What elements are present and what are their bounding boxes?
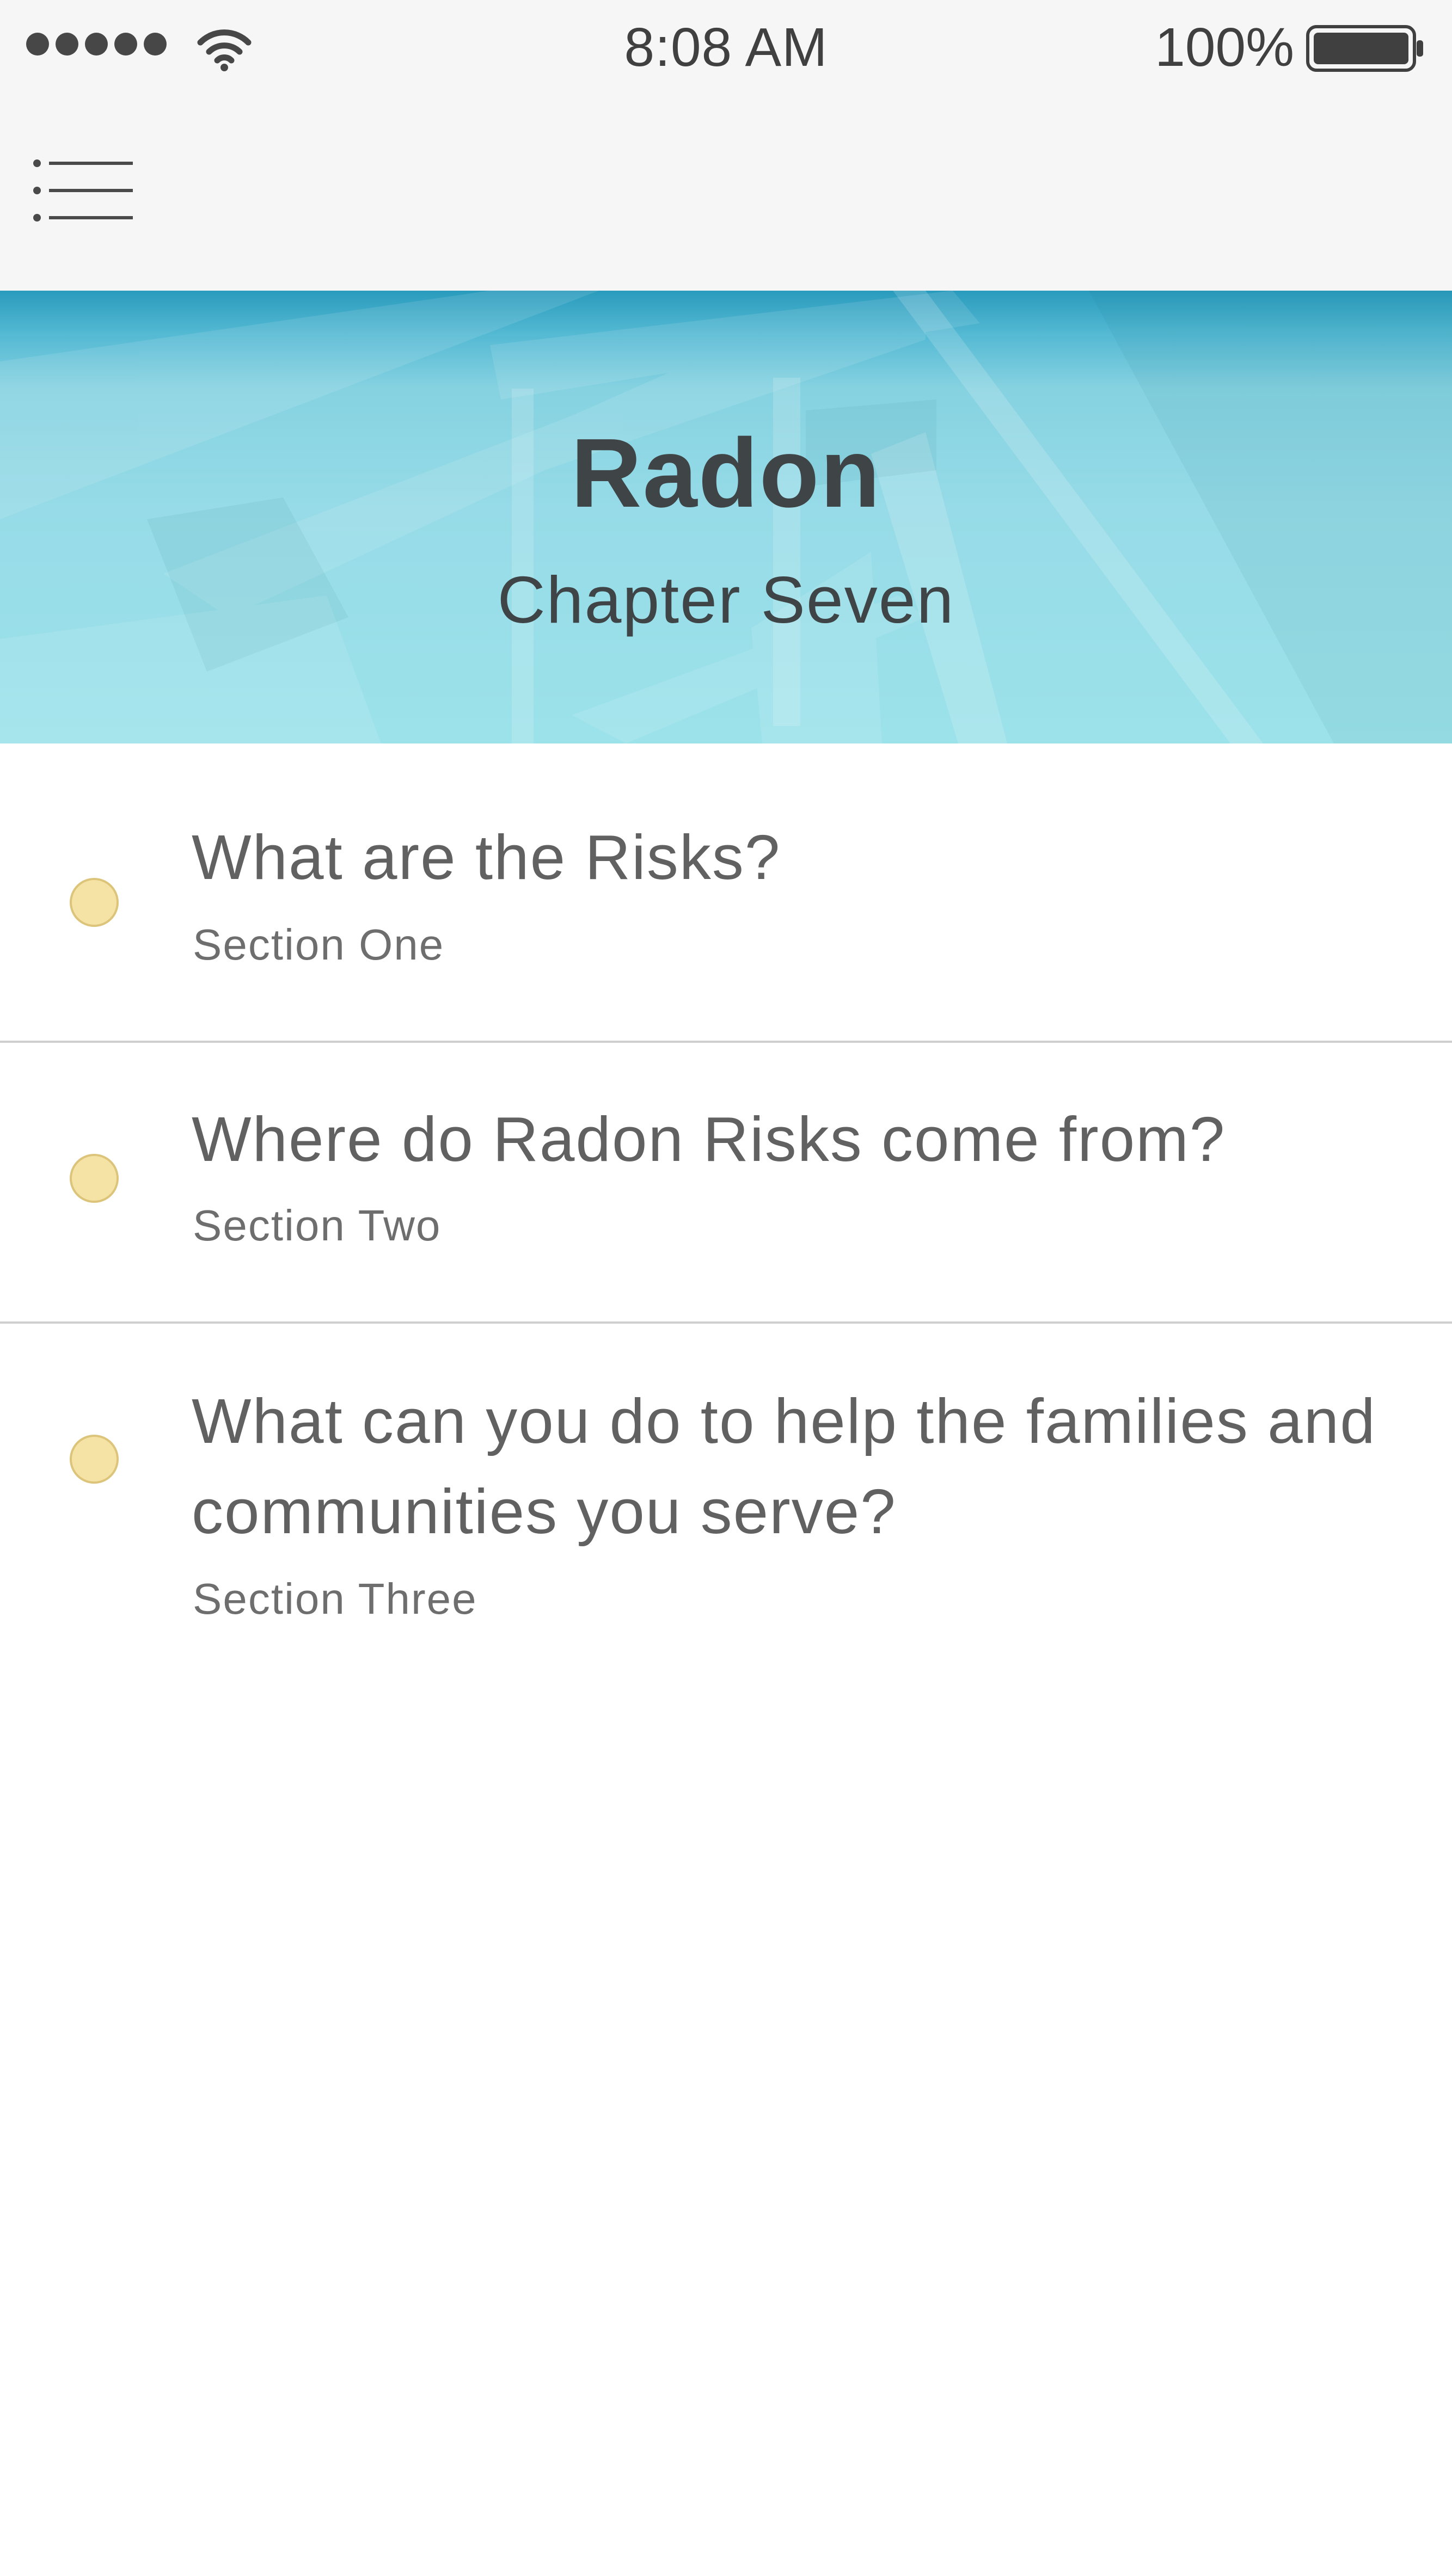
section-title: What can you do to help the families and…: [192, 1386, 1376, 1547]
section-label: Section Three: [193, 1575, 477, 1623]
progress-dot-icon: [70, 1154, 119, 1203]
progress-dot-icon: [70, 878, 119, 927]
top-bar: 8:08 AM 100%: [0, 0, 1452, 291]
section-item-one[interactable]: What are the Risks? Section One: [0, 743, 1452, 1041]
hamburger-menu-icon[interactable]: [33, 158, 136, 223]
chapter-banner: Radon Chapter Seven: [0, 291, 1452, 743]
status-bar: 8:08 AM 100%: [0, 0, 1452, 98]
section-label: Section Two: [193, 1201, 442, 1250]
battery-icon: [1306, 25, 1423, 72]
section-item-three[interactable]: What can you do to help the families and…: [0, 1324, 1452, 1677]
section-label: Section One: [193, 920, 445, 969]
chapter-title: Radon: [571, 419, 881, 528]
battery-percent: 100%: [1155, 17, 1294, 78]
progress-dot-icon: [70, 1435, 119, 1484]
section-title: Where do Radon Risks come from?: [192, 1104, 1226, 1175]
section-item-two[interactable]: Where do Radon Risks come from? Section …: [0, 1043, 1452, 1321]
chapter-subtitle: Chapter Seven: [497, 563, 955, 637]
section-title: What are the Risks?: [192, 822, 781, 893]
